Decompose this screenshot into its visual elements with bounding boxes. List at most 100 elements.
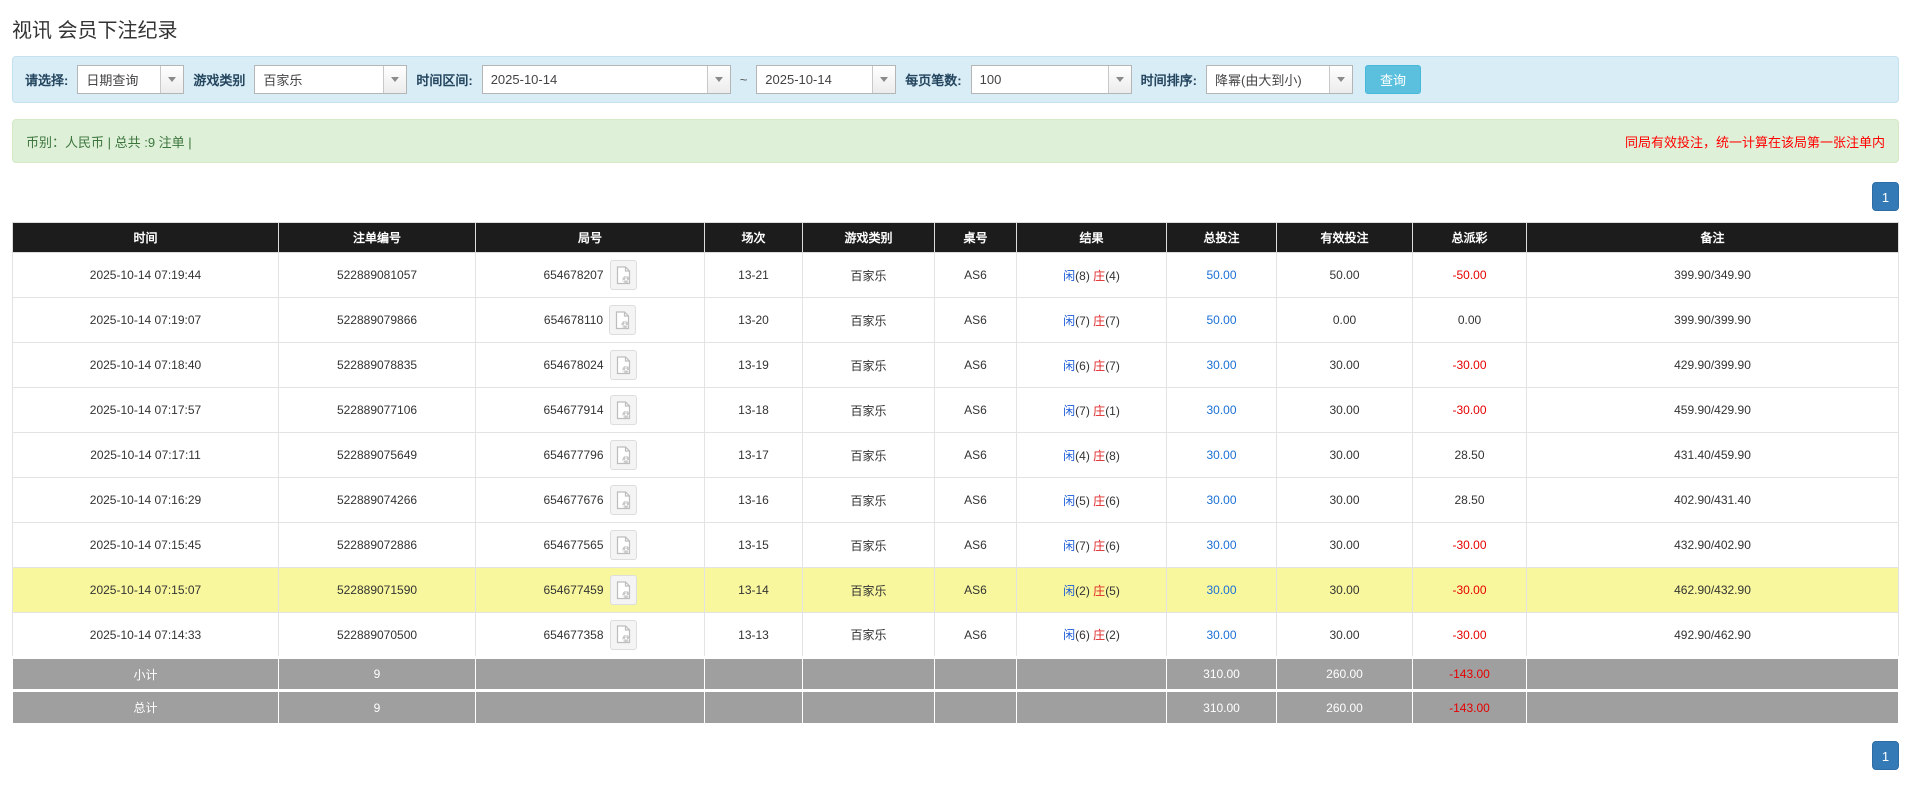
round-video-button[interactable] [610,530,637,560]
session-number: 13-18 [705,388,803,433]
subtotal-row: 小计 9 310.00 260.00 -143.00 [13,658,1899,691]
round-video-button[interactable] [610,260,637,290]
game-type: 百家乐 [803,253,935,298]
subtotal-count: 9 [279,658,476,691]
chevron-down-icon[interactable] [707,66,730,93]
result-banker-score: (8) [1105,449,1120,463]
bet-time: 2025-10-14 07:15:45 [13,523,279,568]
round-cell: 654677358 [476,613,705,658]
result-player-label: 闲 [1063,269,1075,283]
total-label: 总计 [13,691,279,724]
game-type-label: 游戏类别 [193,70,245,89]
round-video-button[interactable] [610,485,637,515]
page-1-button[interactable]: 1 [1872,741,1899,770]
page-size-select[interactable]: 100 [971,65,1132,94]
result-banker-label: 庄 [1093,314,1105,328]
total-count: 9 [279,691,476,724]
column-header: 场次 [705,223,803,253]
pagination-top: 1 [12,182,1899,211]
valid-bet: 30.00 [1277,613,1413,658]
result-cell: 闲(7) 庄(1) [1017,388,1167,433]
payout: -30.00 [1413,388,1527,433]
result-player-score: (5) [1075,494,1090,508]
table-row: 2025-10-14 07:19:07 522889079866 6546781… [13,298,1899,343]
bet-records-table: 时间注单编号局号场次游戏类别桌号结果总投注有效投注总派彩备注 2025-10-1… [12,222,1899,724]
result-banker-label: 庄 [1093,584,1105,598]
total-bet-link[interactable]: 30.00 [1206,493,1236,507]
result-player-label: 闲 [1063,314,1075,328]
result-player-score: (8) [1075,269,1090,283]
chevron-down-icon[interactable] [383,66,406,93]
result-player-score: (7) [1075,314,1090,328]
round-cell: 654677914 [476,388,705,433]
game-type-value: 百家乐 [255,66,383,93]
query-mode-value: 日期查询 [78,66,160,93]
round-video-button[interactable] [610,395,637,425]
total-bet-link[interactable]: 30.00 [1206,358,1236,372]
date-to-picker[interactable]: 2025-10-14 [756,65,896,94]
bet-id: 522889071590 [279,568,476,613]
total-bet-link[interactable]: 50.00 [1206,268,1236,282]
column-header: 有效投注 [1277,223,1413,253]
search-button[interactable]: 查询 [1365,65,1421,94]
game-type: 百家乐 [803,523,935,568]
round-video-button[interactable] [609,305,636,335]
session-number: 13-21 [705,253,803,298]
total-bet-link[interactable]: 30.00 [1206,583,1236,597]
result-player-score: (7) [1075,539,1090,553]
video-file-icon [616,536,631,555]
bet-id: 522889070500 [279,613,476,658]
page-1-button[interactable]: 1 [1872,182,1899,211]
round-id: 654677676 [543,493,603,507]
bet-id: 522889074266 [279,478,476,523]
total-bet-link[interactable]: 50.00 [1206,313,1236,327]
result-banker-score: (5) [1105,584,1120,598]
time-sort-select[interactable]: 降幂(由大到小) [1206,65,1353,94]
result-cell: 闲(6) 庄(2) [1017,613,1167,658]
total-bet-link[interactable]: 30.00 [1206,628,1236,642]
round-video-button[interactable] [610,620,637,650]
column-header: 备注 [1527,223,1899,253]
table-row: 2025-10-14 07:18:40 522889078835 6546780… [13,343,1899,388]
chevron-down-icon[interactable] [160,66,183,93]
table-row: 2025-10-14 07:14:33 522889070500 6546773… [13,613,1899,658]
table-number: AS6 [935,568,1017,613]
session-number: 13-15 [705,523,803,568]
chevron-down-icon[interactable] [1329,66,1352,93]
round-cell: 654678024 [476,343,705,388]
date-range-separator: ~ [740,72,748,87]
round-video-button[interactable] [610,350,637,380]
subtotal-total-bet: 310.00 [1167,658,1277,691]
game-type: 百家乐 [803,298,935,343]
round-video-button[interactable] [610,575,637,605]
bet-time: 2025-10-14 07:15:07 [13,568,279,613]
payout: 28.50 [1413,478,1527,523]
video-file-icon [616,491,631,510]
pagination-bottom: 1 [12,741,1899,770]
total-bet-link[interactable]: 30.00 [1206,538,1236,552]
game-type: 百家乐 [803,568,935,613]
bet-id: 522889081057 [279,253,476,298]
total-bet-link[interactable]: 30.00 [1206,448,1236,462]
video-file-icon [616,401,631,420]
result-player-score: (6) [1075,359,1090,373]
total-bet-link[interactable]: 30.00 [1206,403,1236,417]
total-valid-bet: 260.00 [1277,691,1413,724]
table-row: 2025-10-14 07:17:57 522889077106 6546779… [13,388,1899,433]
chevron-down-icon[interactable] [872,66,895,93]
game-type-select[interactable]: 百家乐 [254,65,407,94]
video-file-icon [615,311,630,330]
round-video-button[interactable] [610,440,637,470]
date-from-picker[interactable]: 2025-10-14 [482,65,731,94]
time-sort-value: 降幂(由大到小) [1207,66,1329,93]
round-cell: 654677676 [476,478,705,523]
valid-bet: 30.00 [1277,343,1413,388]
filter-bar: 请选择: 日期查询 游戏类别 百家乐 时间区间: 2025-10-14 ~ 20… [12,56,1899,103]
chevron-down-icon[interactable] [1108,66,1131,93]
result-player-label: 闲 [1063,359,1075,373]
bet-time: 2025-10-14 07:17:11 [13,433,279,478]
round-id: 654678207 [543,268,603,282]
date-to-value: 2025-10-14 [757,66,872,93]
game-type: 百家乐 [803,433,935,478]
query-mode-select[interactable]: 日期查询 [77,65,184,94]
